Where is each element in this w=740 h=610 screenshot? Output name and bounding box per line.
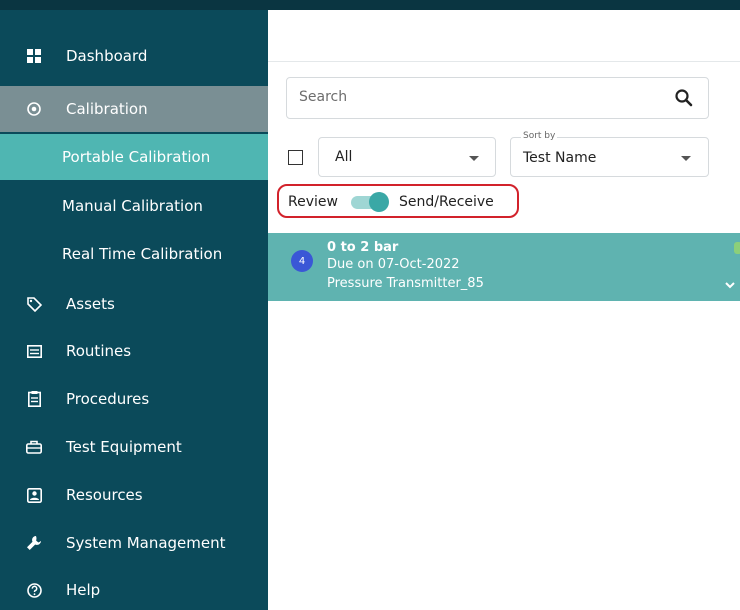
sidebar-item-real-time-calibration[interactable]: Real Time Calibration (0, 231, 268, 277)
sidebar-item-portable-calibration[interactable]: Portable Calibration (0, 134, 268, 180)
filter-dropdown[interactable]: All (318, 137, 496, 177)
sidebar-item-label: Resources (66, 486, 143, 504)
sort-selected-value: Test Name (523, 150, 597, 166)
sidebar-item-label: Assets (66, 295, 115, 313)
chevron-down-icon (469, 156, 479, 161)
chevron-down-icon (681, 156, 691, 161)
app-window: Dashboard Calibration Portable Calibrati… (0, 0, 740, 610)
select-all-checkbox[interactable] (288, 150, 303, 165)
sidebar-item-help[interactable]: Help (0, 567, 268, 610)
sidebar-item-label: Real Time Calibration (62, 245, 223, 263)
chevron-down-icon[interactable] (724, 276, 736, 289)
toggle-switch[interactable] (369, 192, 389, 212)
help-icon (26, 582, 42, 598)
sidebar-item-label: System Management (66, 534, 226, 552)
sidebar-item-label: Dashboard (66, 47, 148, 65)
toggle-right-label: Send/Receive (399, 194, 494, 210)
card-asset-name: Pressure Transmitter_85 (327, 276, 484, 291)
filter-selected-value: All (335, 149, 353, 165)
resources-icon (26, 487, 42, 503)
sidebar-item-test-equipment[interactable]: Test Equipment (0, 424, 268, 470)
sidebar-item-calibration[interactable]: Calibration (0, 86, 268, 132)
count-badge: 4 (291, 250, 313, 272)
sidebar-item-resources[interactable]: Resources (0, 472, 268, 518)
search-input[interactable] (299, 89, 629, 105)
toggle-left-label: Review (288, 194, 338, 210)
sidebar-item-label: Help (66, 581, 101, 599)
calibration-icon (26, 101, 42, 117)
sidebar-item-dashboard[interactable]: Dashboard (0, 33, 268, 79)
top-bar (268, 0, 740, 62)
sidebar-item-label: Portable Calibration (62, 148, 211, 166)
search-box (286, 77, 709, 119)
sidebar-item-assets[interactable]: Assets (0, 281, 268, 327)
sidebar-item-manual-calibration[interactable]: Manual Calibration (0, 183, 268, 229)
sidebar: Dashboard Calibration Portable Calibrati… (0, 0, 268, 610)
sort-label: Sort by (521, 131, 558, 141)
sort-dropdown[interactable]: Sort by Test Name (510, 131, 709, 177)
review-send-toggle-row: Review Send/Receive (277, 184, 519, 218)
procedures-icon (26, 391, 42, 407)
test-equipment-icon (26, 439, 42, 455)
sidebar-item-procedures[interactable]: Procedures (0, 376, 268, 422)
card-due-date: Due on 07-Oct-2022 (327, 257, 460, 272)
sidebar-item-routines[interactable]: Routines (0, 328, 268, 374)
routines-icon (26, 343, 42, 359)
sidebar-item-label: Routines (66, 342, 132, 360)
sidebar-item-label: Manual Calibration (62, 197, 203, 215)
sidebar-item-label: Procedures (66, 390, 150, 408)
card-title: 0 to 2 bar (327, 240, 399, 255)
dashboard-icon (26, 48, 42, 64)
sidebar-item-label: Test Equipment (66, 438, 182, 456)
wrench-icon (26, 535, 42, 551)
sidebar-item-system-management[interactable]: System Management (0, 520, 268, 566)
tag-icon (26, 296, 42, 312)
sidebar-item-label: Calibration (66, 100, 148, 118)
search-icon[interactable] (674, 88, 694, 108)
status-indicator (734, 242, 740, 254)
